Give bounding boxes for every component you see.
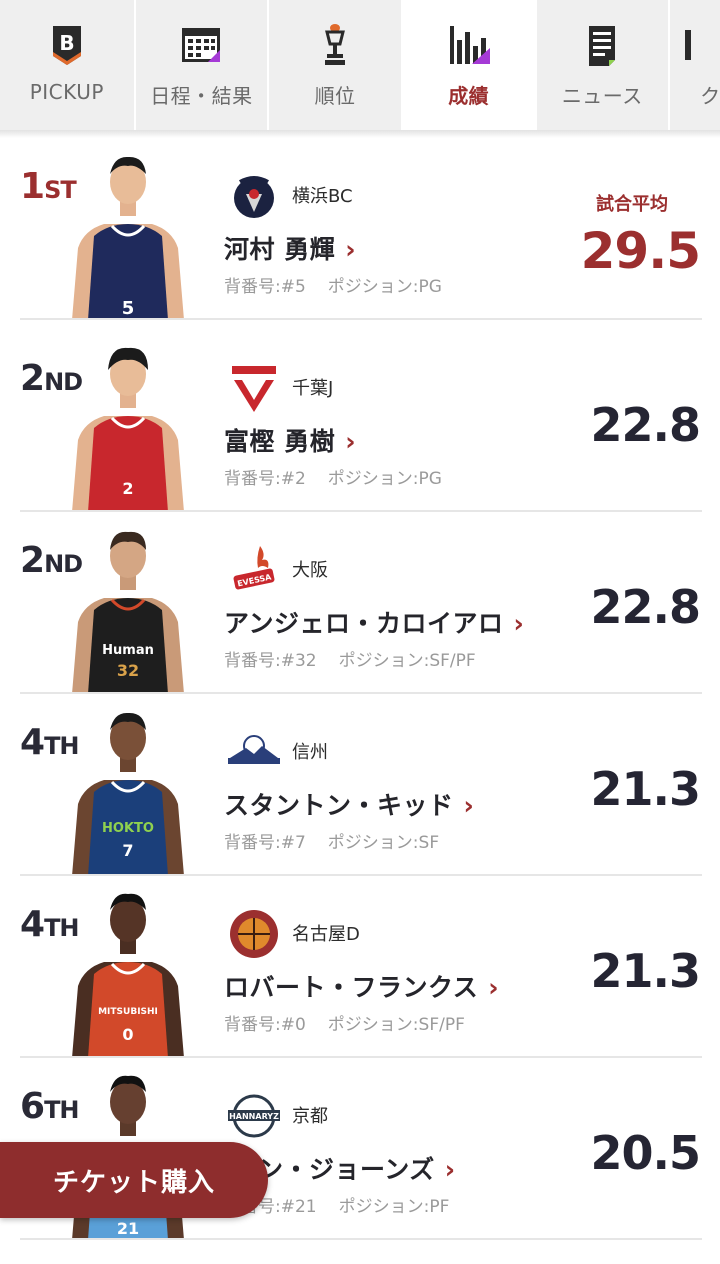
player-meta: 背番号:#2 ポジション:PG [224, 469, 442, 489]
chiba-jets-logo-icon [232, 366, 276, 412]
player-photo: MITSUBISHI 0 [64, 890, 192, 1058]
stat-value: 21.3 [590, 944, 701, 998]
player-name-link[interactable]: ロバート・フランクス › [224, 968, 499, 1004]
svg-text:HOKTO: HOKTO [102, 821, 154, 836]
yokohama-bc-logo-icon [234, 176, 274, 218]
player-meta: 背番号:#0 ポジション:SF/PF [224, 1015, 465, 1035]
ticket-purchase-button[interactable]: チケット購入 [0, 1142, 268, 1218]
stat-value: 21.3 [590, 762, 701, 816]
player-meta: 背番号:#32 ポジション:SF/PF [224, 651, 476, 671]
svg-text:7: 7 [122, 841, 133, 860]
shinshu-warriors-logo-icon [228, 735, 280, 764]
team-name: 大阪 [292, 560, 328, 581]
row-divider [20, 318, 702, 320]
stat-header-label: 試合平均 [596, 194, 668, 215]
stat-value: 29.5 [580, 222, 701, 280]
top-tab-bar: B PICKUP 日程・結果 順位 成績 ニュース ク [0, 0, 720, 130]
tab-label: 成績 [448, 84, 490, 108]
svg-text:5: 5 [122, 298, 135, 319]
tab-label: ニュース [561, 84, 643, 108]
svg-text:21: 21 [117, 1219, 139, 1238]
chevron-right-icon: › [463, 791, 475, 820]
tab-standings[interactable]: 順位 [267, 0, 401, 130]
player-name-link[interactable]: アンジェロ・カロイアロ › [224, 604, 524, 640]
chevron-right-icon: › [444, 1155, 456, 1184]
row-divider [20, 1238, 702, 1240]
tab-label: 日程・結果 [150, 84, 253, 108]
stat-value: 22.8 [590, 580, 701, 634]
player-meta: 背番号:#5 ポジション:PG [224, 277, 442, 297]
player-photo: 2 [64, 344, 192, 512]
chevron-right-icon: › [488, 973, 500, 1002]
team-name: 京都 [292, 1106, 328, 1127]
calendar-icon [182, 28, 221, 62]
partial-tab-icon [685, 30, 692, 60]
svg-text:MITSUBISHI: MITSUBISHI [98, 1007, 158, 1017]
svg-text:B: B [59, 31, 74, 55]
player-name-link[interactable]: スタントン・キッド › [224, 786, 474, 822]
player-photo: Human 32 [64, 526, 192, 694]
chevron-right-icon: › [513, 609, 525, 638]
team-name: 千葉J [292, 378, 334, 399]
player-meta: 背番号:#7 ポジション:SF [224, 833, 440, 853]
chevron-right-icon: › [345, 235, 357, 264]
tab-bar-shadow [0, 130, 720, 138]
stat-value: 20.5 [590, 1126, 701, 1180]
tab-schedule-results[interactable]: 日程・結果 [133, 0, 268, 130]
tab-label: PICKUP [29, 80, 104, 104]
svg-text:Human: Human [102, 643, 154, 658]
kyoto-hannaryz-logo-icon: HANNARYZ [228, 1094, 280, 1138]
ranking-row[interactable]: 4TH MITSUBISHI 0 名古屋D ロバート・フランクス › 背番号:#0… [0, 876, 720, 1058]
osaka-evessa-logo-icon: EVESSA [233, 546, 275, 590]
stat-value: 22.8 [590, 398, 701, 452]
tab-news[interactable]: ニュース [534, 0, 669, 130]
player-photo: 5 [64, 152, 192, 320]
tab-partial[interactable]: ク [668, 0, 720, 130]
svg-text:0: 0 [122, 1025, 133, 1044]
nagoya-diamond-dolphins-logo-icon [230, 910, 278, 958]
news-icon [589, 26, 616, 66]
svg-text:HANNARYZ: HANNARYZ [229, 1112, 279, 1121]
tab-label: 順位 [314, 84, 356, 108]
team-name: 信州 [292, 742, 328, 763]
tab-stats[interactable]: 成績 [400, 0, 535, 130]
svg-text:2: 2 [122, 479, 133, 498]
tab-pickup[interactable]: B PICKUP [0, 0, 134, 130]
ranking-row[interactable]: 2ND 2 千葉J 富樫 勇樹 › 背番号:#2 ポジション:PG 22.8 [0, 330, 720, 512]
team-name: 名古屋D [292, 924, 360, 945]
ranking-row[interactable]: 2ND Human 32 EVESSA 大阪 アンジェロ・カロイアロ › 背番号:… [0, 512, 720, 694]
bar-chart-icon [449, 26, 490, 64]
trophy-icon [325, 24, 346, 65]
player-name-link[interactable]: 河村 勇輝 › [224, 230, 356, 266]
player-name-link[interactable]: 富樫 勇樹 › [224, 422, 356, 458]
player-photo: HOKTO 7 [64, 708, 192, 876]
ranking-row[interactable]: 1ST 5 横浜BC 河村 勇輝 › 背番号:#5 ポジション:PG 試合平均 29… [0, 138, 720, 320]
ranking-row[interactable]: 4TH HOKTO 7 信州 スタントン・キッド › 背番号:#7 ポジション:SF… [0, 694, 720, 876]
svg-text:32: 32 [117, 661, 139, 680]
chevron-right-icon: › [345, 427, 357, 456]
tab-label: ク [700, 84, 720, 108]
team-name: 横浜BC [292, 186, 353, 207]
b-league-logo-icon: B [52, 26, 81, 65]
